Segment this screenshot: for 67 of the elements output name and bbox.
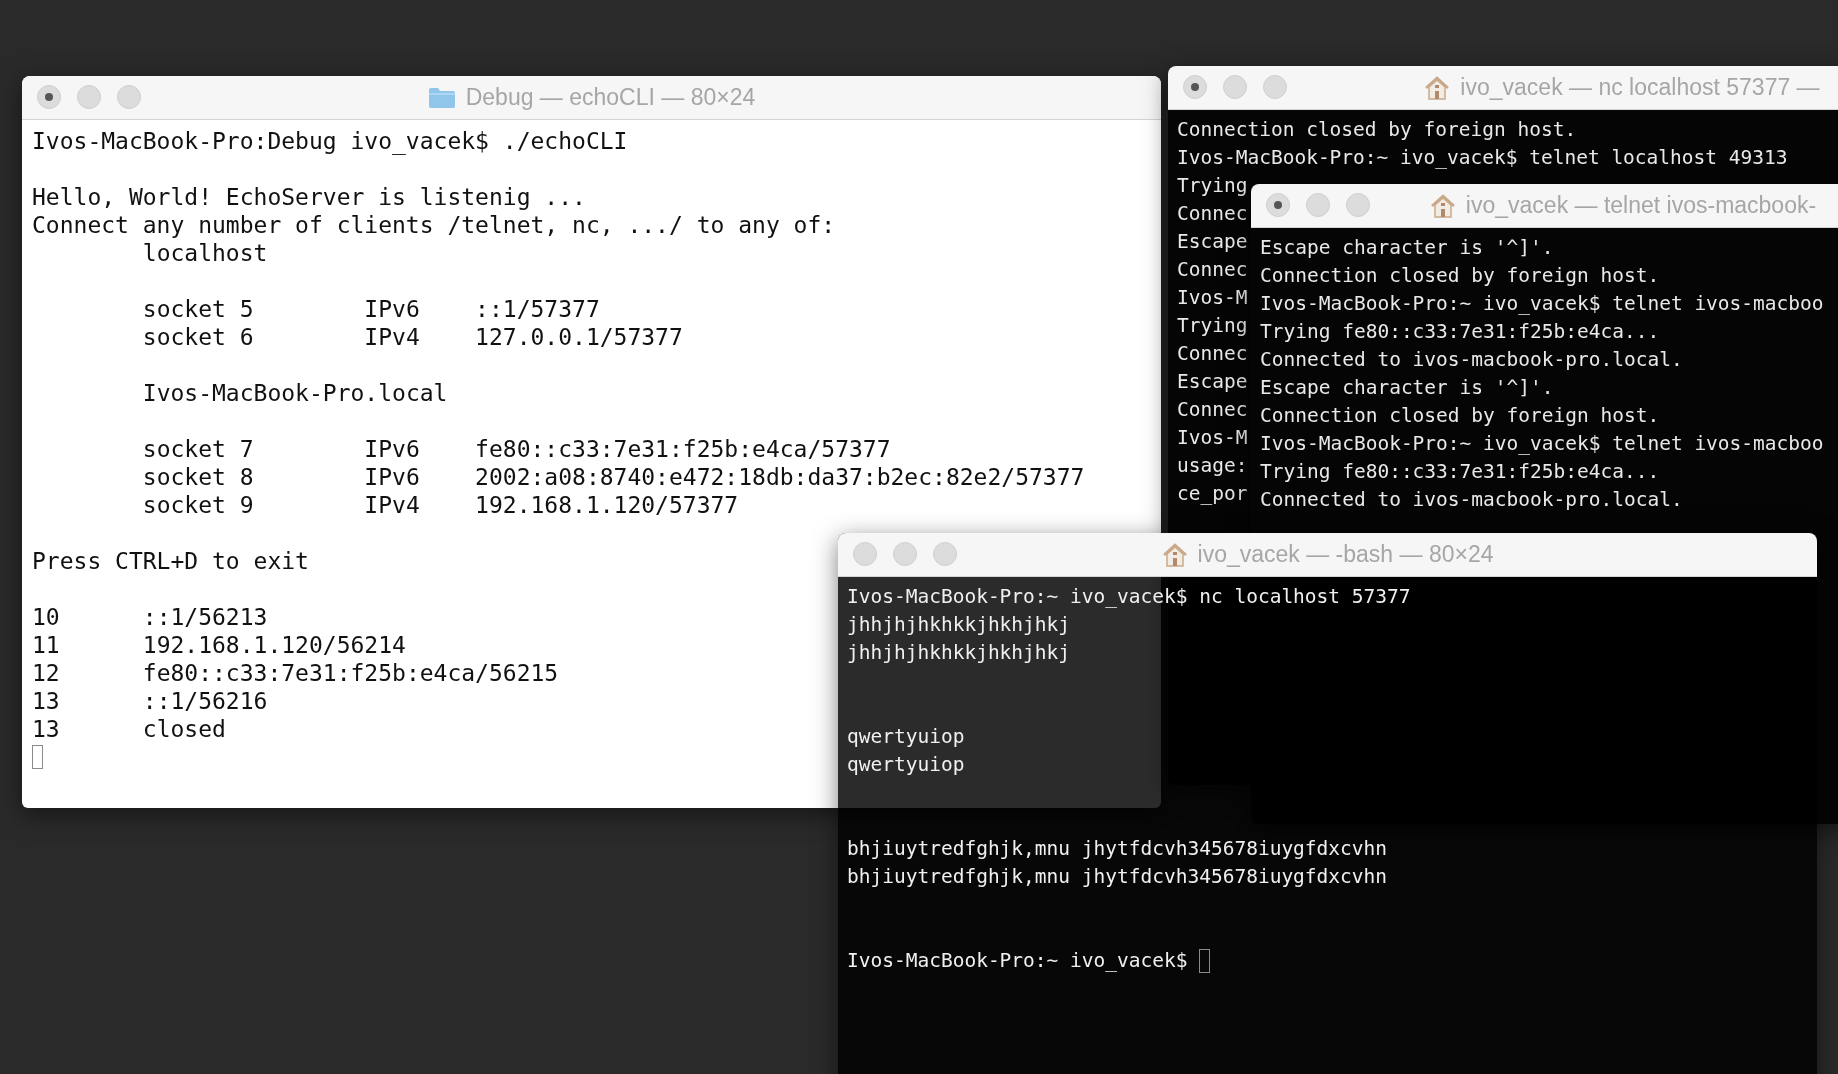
terminal-line: Escape [1177, 229, 1248, 255]
terminal-line: Hello, World! EchoServer is listenig ... [32, 183, 586, 211]
window-title: ivo_vacek — telnet ivos-macbook- [1465, 192, 1817, 219]
terminal-line: ce_por [1177, 481, 1248, 507]
terminal-line: bhjiuytredfghjk,mnu jhytfdcvh345678iuygfdxcvhn [847, 864, 1388, 890]
close-button[interactable] [1266, 193, 1290, 217]
terminal-line: Connected to ivos-macbook-pro.local. [1260, 487, 1683, 513]
window-title: ivo_vacek — nc localhost 57377 — [1460, 74, 1820, 101]
terminal-line: Ivos-M [1177, 425, 1248, 451]
terminal-line: Press CTRL+D to exit [32, 547, 309, 575]
terminal-line: qwertyuiop [847, 724, 965, 750]
terminal-line: localhost [141, 239, 268, 267]
terminal-line: Connec [1177, 341, 1248, 367]
terminal-line: Ivos-MacBook-Pro.local [141, 379, 448, 407]
home-icon [1424, 75, 1451, 100]
terminal-line: Connect any number of clients /telnet, nc, .../ to any of: [32, 211, 836, 239]
terminal-line: Escape [1177, 369, 1248, 395]
terminal-line: Connection closed by foreign host. [1177, 117, 1577, 143]
zoom-button[interactable] [1346, 193, 1370, 217]
minimize-button[interactable] [77, 85, 101, 109]
window-title: Debug — echoCLI — 80×24 [465, 84, 756, 111]
terminal-line: Ivos-MacBook-Pro:Debug ivo_vacek$ ./echoCLI [32, 127, 628, 155]
terminal-line: Connec [1177, 257, 1248, 283]
terminal-line: 10 ::1/56213 [32, 603, 268, 631]
minimize-button[interactable] [1223, 75, 1247, 99]
terminal-line: Connection closed by foreign host. [1260, 263, 1660, 289]
zoom-button[interactable] [1263, 75, 1287, 99]
terminal-line: Trying fe80::c33:7e31:f25b:e4ca... [1260, 319, 1660, 345]
terminal-line: Connection closed by foreign host. [1260, 403, 1660, 429]
terminal-line: qwertyuiop [847, 752, 965, 778]
terminal-line: socket 8 IPv6 2002:a08:8740:e472:18db:da37:b2ec:82e2/57377 [141, 463, 1085, 491]
home-icon [1161, 542, 1188, 567]
terminal-line: Escape character is '^]'. [1260, 375, 1554, 401]
terminal-line: 13 ::1/56216 [32, 687, 268, 715]
terminal-line: 12 fe80::c33:7e31:f25b:e4ca/56215 [32, 659, 559, 687]
terminal-line: socket 9 IPv4 192.168.1.120/57377 [141, 491, 739, 519]
terminal-line: jhhjhjhkhkkjhkhjhkj [847, 640, 1071, 666]
terminal-line: Ivos-MacBook-Pro:~ ivo_vacek$ nc localhost 57377 [847, 584, 1411, 610]
terminal-line: jhhjhjhkhkkjhkhjhkj [847, 612, 1071, 638]
minimize-button[interactable] [1306, 193, 1330, 217]
terminal-line: socket 5 IPv6 ::1/57377 [141, 295, 600, 323]
terminal-line: Connected to ivos-macbook-pro.local. [1260, 347, 1683, 373]
window-title: ivo_vacek — -bash — 80×24 [1197, 541, 1494, 568]
terminal-line: usage: [1177, 453, 1248, 479]
terminal-line: Ivos-MacBook-Pro:~ ivo_vacek$ telnet ivos-macboo [1260, 291, 1824, 317]
zoom-button[interactable] [933, 542, 957, 566]
terminal-line: Ivos-MacBook-Pro:~ ivo_vacek$ telnet ivos-macboo [1260, 431, 1824, 457]
zoom-button[interactable] [117, 85, 141, 109]
terminal-line: Connec [1177, 201, 1248, 227]
terminal-line: Trying fe80::c33:7e31:f25b:e4ca... [1260, 459, 1660, 485]
terminal-line: socket 6 IPv4 127.0.0.1/57377 [141, 323, 683, 351]
terminal-line: Escape character is '^]'. [1260, 235, 1554, 261]
close-button[interactable] [1183, 75, 1207, 99]
folder-icon [427, 86, 456, 109]
terminal-line: Ivos-MacBook-Pro:~ ivo_vacek$ telnet localhost 49313 [1177, 145, 1788, 171]
terminal-line: bhjiuytredfghjk,mnu jhytfdcvh345678iuygfdxcvhn [847, 836, 1388, 862]
terminal-line: 11 192.168.1.120/56214 [32, 631, 406, 659]
terminal-line: Trying [1177, 313, 1248, 339]
home-icon [1429, 193, 1456, 218]
terminal-line: Trying [1177, 173, 1248, 199]
close-button[interactable] [37, 85, 61, 109]
terminal-line: Ivos-MacBook-Pro:~ ivo_vacek$ [847, 948, 1188, 974]
minimize-button[interactable] [893, 542, 917, 566]
terminal-line: 13 closed [32, 715, 226, 743]
terminal-line: Ivos-M [1177, 285, 1248, 311]
terminal-line: socket 7 IPv6 fe80::c33:7e31:f25b:e4ca/57377 [141, 435, 891, 463]
terminal-line: Connec [1177, 397, 1248, 423]
